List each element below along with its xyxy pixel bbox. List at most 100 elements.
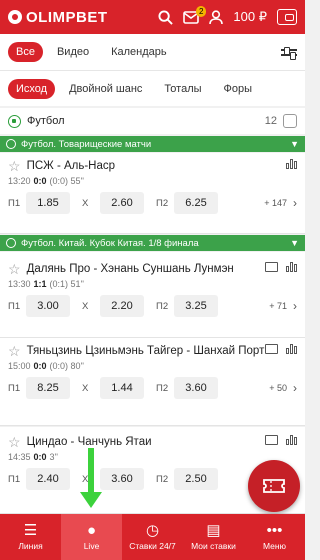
tab-outcome[interactable]: Исход <box>8 78 56 99</box>
stats-icon[interactable] <box>286 435 297 445</box>
tab-handicaps[interactable]: Форы <box>216 79 261 99</box>
tv-icon[interactable] <box>265 435 278 445</box>
match-score: 1:1 <box>33 279 47 289</box>
match-card[interactable]: ☆ ПСЖ - Аль-Наср 13:20 0:0 (0:0) 55'' П1 1.… <box>0 153 305 234</box>
search-icon[interactable] <box>158 9 174 25</box>
favorite-star-icon[interactable]: ☆ <box>8 344 21 358</box>
stats-icon[interactable] <box>286 344 297 354</box>
match-card[interactable]: ☆ Тяньцзинь Цзиньмэнь Тайгер - Шанхай По… <box>0 338 305 426</box>
odds-label: П1 <box>8 382 21 394</box>
odds-button[interactable]: 6.25 <box>174 192 218 214</box>
odds-button[interactable]: 3.00 <box>26 295 70 317</box>
bet-coupon-button[interactable] <box>248 460 300 512</box>
more-markets[interactable]: + 147 <box>264 198 287 208</box>
match-card[interactable]: ☆ Далянь Про - Хэнань Суншань Лунмэн 13:… <box>0 252 305 338</box>
match-teams[interactable]: Циндао - Чанчунь Ятаи <box>27 435 265 450</box>
odds-label: П2 <box>156 300 169 312</box>
messages-icon[interactable]: 2 <box>183 5 207 24</box>
more-markets[interactable]: + 71 <box>269 301 287 311</box>
match-teams[interactable]: Далянь Про - Хэнань Суншань Лунмэн <box>27 262 265 277</box>
list-icon: ☰ <box>23 522 38 539</box>
wallet-icon[interactable] <box>277 9 297 25</box>
filter-settings-icon[interactable] <box>281 46 297 60</box>
odds-label: X <box>82 382 89 394</box>
favorite-star-icon[interactable]: ☆ <box>8 435 21 449</box>
tab-label: Линия <box>18 541 43 551</box>
match-meta: 13:30 1:1 (0:1) 51'' <box>0 277 305 289</box>
notification-badge: 2 <box>195 5 207 17</box>
chevron-down-icon[interactable]: ▼ <box>290 238 299 248</box>
match-score: 0:0 <box>33 452 47 462</box>
odds-button[interactable]: 2.60 <box>100 192 144 214</box>
match-detail: (0:1) 51'' <box>49 279 84 289</box>
match-meta: 14:35 0:0 3'' <box>0 450 305 462</box>
pointer-arrow-icon <box>80 492 102 508</box>
match-score: 0:0 <box>33 176 47 186</box>
brand-name: OLIMPBET <box>26 8 108 26</box>
odds-row: П1 8.25 X 1.44 П2 3.60 + 50 › <box>0 371 305 405</box>
tab-double-chance[interactable]: Двойной шанс <box>61 79 150 99</box>
tab-my-bets[interactable]: ▤ Мои ставки <box>183 514 244 560</box>
sport-header[interactable]: Футбол 12 <box>0 108 305 134</box>
tab-bets-24-7[interactable]: ◷ Ставки 24/7 <box>122 514 183 560</box>
match-teams[interactable]: Тяньцзинь Цзиньмэнь Тайгер - Шанхай Порт <box>27 344 265 359</box>
more-dots-icon: ••• <box>266 522 283 539</box>
pointer-arrow-shaft <box>88 448 94 498</box>
tab-label: Ставки 24/7 <box>129 541 176 551</box>
football-icon <box>6 238 16 248</box>
match-time: 15:00 <box>8 361 31 371</box>
tab-label: Live <box>83 541 100 551</box>
odds-button[interactable]: 2.20 <box>100 295 144 317</box>
match-score: 0:0 <box>33 361 47 371</box>
league-name: Футбол. Китай. Кубок Китая. 1/8 финала <box>21 237 199 249</box>
odds-button[interactable]: 1.85 <box>26 192 70 214</box>
odds-button[interactable]: 2.40 <box>26 468 70 490</box>
chevron-down-icon[interactable]: ▼ <box>290 139 299 149</box>
profile-icon[interactable] <box>209 9 224 25</box>
tab-label: Меню <box>263 541 286 551</box>
league-header[interactable]: Футбол. Китай. Кубок Китая. 1/8 финала ▼ <box>0 235 305 251</box>
top-bar: OLIMPBET 2 100 ₽ <box>0 0 305 34</box>
tv-icon[interactable] <box>265 344 278 354</box>
odds-label: П2 <box>156 197 169 209</box>
sport-checkbox[interactable] <box>283 114 297 128</box>
odds-button[interactable]: 2.50 <box>174 468 218 490</box>
receipt-icon: ▤ <box>206 522 221 539</box>
odds-label: П1 <box>8 300 21 312</box>
filter-tabs: Все Видео Календарь <box>0 34 305 70</box>
odds-button[interactable]: 3.60 <box>174 377 218 399</box>
odds-button[interactable]: 1.44 <box>100 377 144 399</box>
tab-line[interactable]: ☰ Линия <box>0 514 61 560</box>
ticket-icon <box>263 479 285 493</box>
odds-button[interactable]: 8.25 <box>26 377 70 399</box>
tab-live[interactable]: ● Live <box>61 514 122 560</box>
balance[interactable]: 100 ₽ <box>233 9 267 25</box>
tab-menu[interactable]: ••• Меню <box>244 514 305 560</box>
favorite-star-icon[interactable]: ☆ <box>8 262 21 276</box>
flame-icon: ● <box>86 522 97 539</box>
market-tabs: Исход Двойной шанс Тоталы Форы <box>0 70 305 106</box>
odds-label: П2 <box>156 473 169 485</box>
tab-video[interactable]: Видео <box>49 42 97 62</box>
match-meta: 15:00 0:0 (0:0) 80'' <box>0 359 305 371</box>
chevron-right-icon[interactable]: › <box>293 299 297 313</box>
stats-icon[interactable] <box>286 159 297 169</box>
odds-button[interactable]: 3.60 <box>100 468 144 490</box>
favorite-star-icon[interactable]: ☆ <box>8 159 21 173</box>
football-icon <box>8 114 21 128</box>
more-markets[interactable]: + 50 <box>269 383 287 393</box>
stats-icon[interactable] <box>286 262 297 272</box>
odds-label: П2 <box>156 382 169 394</box>
chevron-right-icon[interactable]: › <box>293 196 297 210</box>
league-header[interactable]: Футбол. Товарищеские матчи ▼ <box>0 136 305 152</box>
odds-button[interactable]: 3.25 <box>174 295 218 317</box>
tab-totals[interactable]: Тоталы <box>156 79 209 99</box>
match-teams[interactable]: ПСЖ - Аль-Наср <box>27 159 286 174</box>
odds-row: П1 1.85 X 2.60 П2 6.25 + 147 › <box>0 186 305 220</box>
tab-all[interactable]: Все <box>8 42 43 62</box>
chevron-right-icon[interactable]: › <box>293 381 297 395</box>
brand-logo-icon <box>8 10 22 24</box>
tv-icon[interactable] <box>265 262 278 272</box>
brand-logo[interactable]: OLIMPBET <box>8 9 108 26</box>
tab-calendar[interactable]: Календарь <box>103 42 175 62</box>
